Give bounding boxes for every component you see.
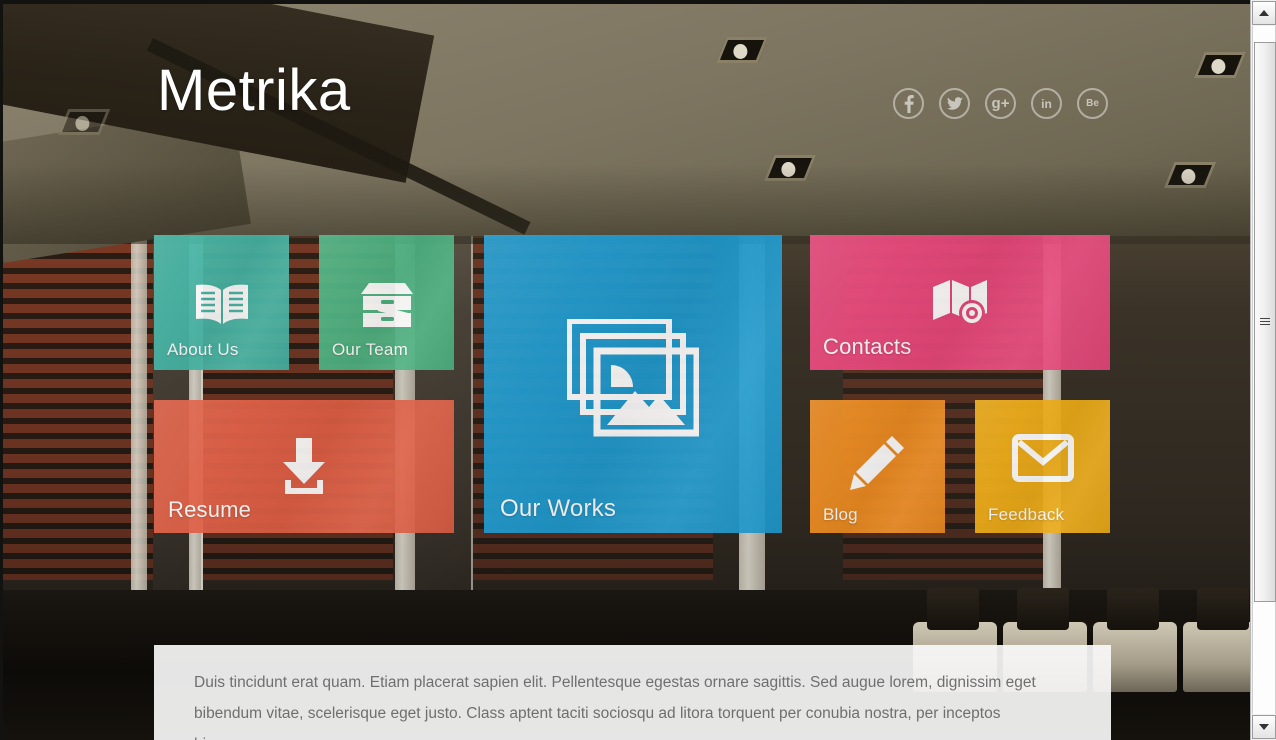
scroll-up-button[interactable] <box>1252 1 1276 25</box>
map-marker-icon <box>810 277 1110 327</box>
window-left-edge <box>0 0 3 740</box>
tile-our-team[interactable]: Our Team <box>319 235 454 370</box>
tile-contacts[interactable]: Contacts <box>810 235 1110 370</box>
intro-paragraph: Duis tincidunt erat quam. Etiam placerat… <box>194 674 1036 740</box>
tile-label: About Us <box>167 340 239 359</box>
file-drawer-icon <box>319 281 454 331</box>
tile-label: Our Team <box>332 340 408 359</box>
window-top-edge <box>0 0 1276 4</box>
tile-label: Blog <box>823 505 858 524</box>
linkedin-label: in <box>1041 96 1052 111</box>
tile-blog[interactable]: Blog <box>810 400 945 533</box>
tile-label: Feedback <box>988 505 1065 524</box>
social-links: g+ in Be <box>893 88 1108 119</box>
behance-icon[interactable]: Be <box>1077 88 1108 119</box>
content-panel: Duis tincidunt erat quam. Etiam placerat… <box>154 645 1111 740</box>
scroll-down-button[interactable] <box>1252 715 1276 739</box>
browser-viewport: Metrika g+ in Be About Us Our Team Our W… <box>0 0 1276 740</box>
behance-label: Be <box>1086 98 1099 109</box>
linkedin-icon[interactable]: in <box>1031 88 1062 119</box>
chevron-up-icon <box>1259 10 1269 16</box>
scrollbar-track[interactable] <box>1252 26 1276 714</box>
twitter-icon[interactable] <box>939 88 970 119</box>
vertical-scrollbar[interactable] <box>1250 0 1276 740</box>
open-book-icon <box>154 281 289 327</box>
ceiling-light-icon <box>1193 52 1247 78</box>
facebook-icon[interactable] <box>893 88 924 119</box>
tile-feedback[interactable]: Feedback <box>975 400 1110 533</box>
chevron-down-icon <box>1259 724 1269 730</box>
download-icon <box>154 436 454 496</box>
tile-label: Resume <box>168 497 252 522</box>
ceiling-light-icon <box>715 37 769 63</box>
tile-resume[interactable]: Resume <box>154 400 454 533</box>
pillar <box>131 229 147 630</box>
scrollbar-thumb[interactable] <box>1254 42 1276 602</box>
pencil-icon <box>810 434 945 490</box>
ceiling-shadow <box>3 164 1250 244</box>
googleplus-icon[interactable]: g+ <box>985 88 1016 119</box>
tile-our-works[interactable]: Our Works <box>484 235 782 533</box>
photo-stack-icon <box>484 319 782 439</box>
webpage: Metrika g+ in Be About Us Our Team Our W… <box>3 4 1250 740</box>
googleplus-label: g+ <box>991 95 1010 112</box>
chair <box>1183 588 1250 692</box>
envelope-icon <box>975 434 1110 482</box>
tile-label: Our Works <box>500 495 617 522</box>
tile-about-us[interactable]: About Us <box>154 235 289 370</box>
grip-icon <box>1260 318 1270 326</box>
tile-label: Contacts <box>823 334 912 359</box>
site-logo[interactable]: Metrika <box>157 62 351 120</box>
